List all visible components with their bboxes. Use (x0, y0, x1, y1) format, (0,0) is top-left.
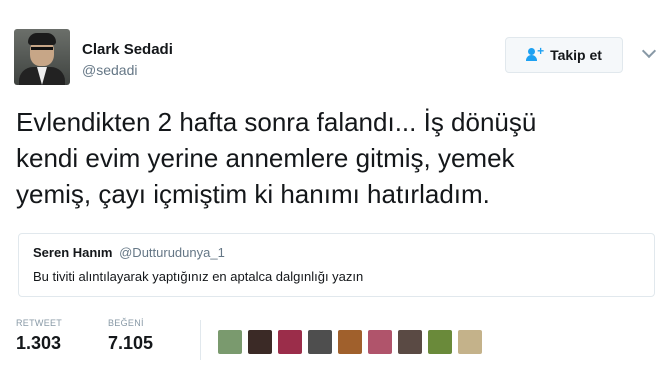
avatar-hair (28, 33, 56, 45)
quoted-author-handle: @Dutturudunya_1 (119, 245, 225, 260)
liker-avatar-8[interactable] (428, 330, 452, 354)
liker-avatar-9[interactable] (458, 330, 482, 354)
tweet-header: Clark Sedadi @sedadi + Takip et (14, 29, 664, 89)
chevron-down-icon[interactable] (641, 43, 657, 59)
retweet-stat[interactable]: RETWEET 1.303 (16, 318, 62, 354)
follow-button[interactable]: + Takip et (505, 37, 623, 73)
retweet-count: 1.303 (16, 333, 62, 353)
add-user-icon: + (526, 44, 544, 62)
quoted-tweet-header: Seren Hanım @Dutturudunya_1 (33, 245, 640, 260)
liker-avatar-2[interactable] (248, 330, 272, 354)
quoted-tweet-text: Bu tiviti alıntılayarak yaptığınız en ap… (33, 269, 364, 284)
liker-avatar-6[interactable] (368, 330, 392, 354)
stats-divider (200, 320, 201, 360)
liker-avatars (218, 330, 482, 354)
tweet-text: Evlendikten 2 hafta sonra falandı... İş … (16, 107, 537, 209)
like-label: BEĞENİ (108, 318, 144, 328)
liker-avatar-3[interactable] (278, 330, 302, 354)
like-stat[interactable]: BEĞENİ 7.105 (108, 318, 153, 354)
liker-avatar-5[interactable] (338, 330, 362, 354)
liker-avatar-4[interactable] (308, 330, 332, 354)
follow-button-label: Takip et (550, 47, 602, 63)
avatar[interactable] (14, 29, 70, 85)
retweet-label: RETWEET (16, 318, 63, 328)
author-name[interactable]: Clark Sedadi (82, 41, 173, 58)
avatar-glasses (31, 47, 53, 53)
quoted-tweet[interactable]: Seren Hanım @Dutturudunya_1 Bu tiviti al… (18, 233, 655, 297)
author-handle[interactable]: @sedadi (82, 62, 137, 78)
quoted-author-name: Seren Hanım (33, 245, 113, 260)
like-count: 7.105 (108, 333, 154, 353)
liker-avatar-1[interactable] (218, 330, 242, 354)
liker-avatar-7[interactable] (398, 330, 422, 354)
tweet-stats: RETWEET 1.303 BEĞENİ 7.105 (16, 318, 666, 368)
